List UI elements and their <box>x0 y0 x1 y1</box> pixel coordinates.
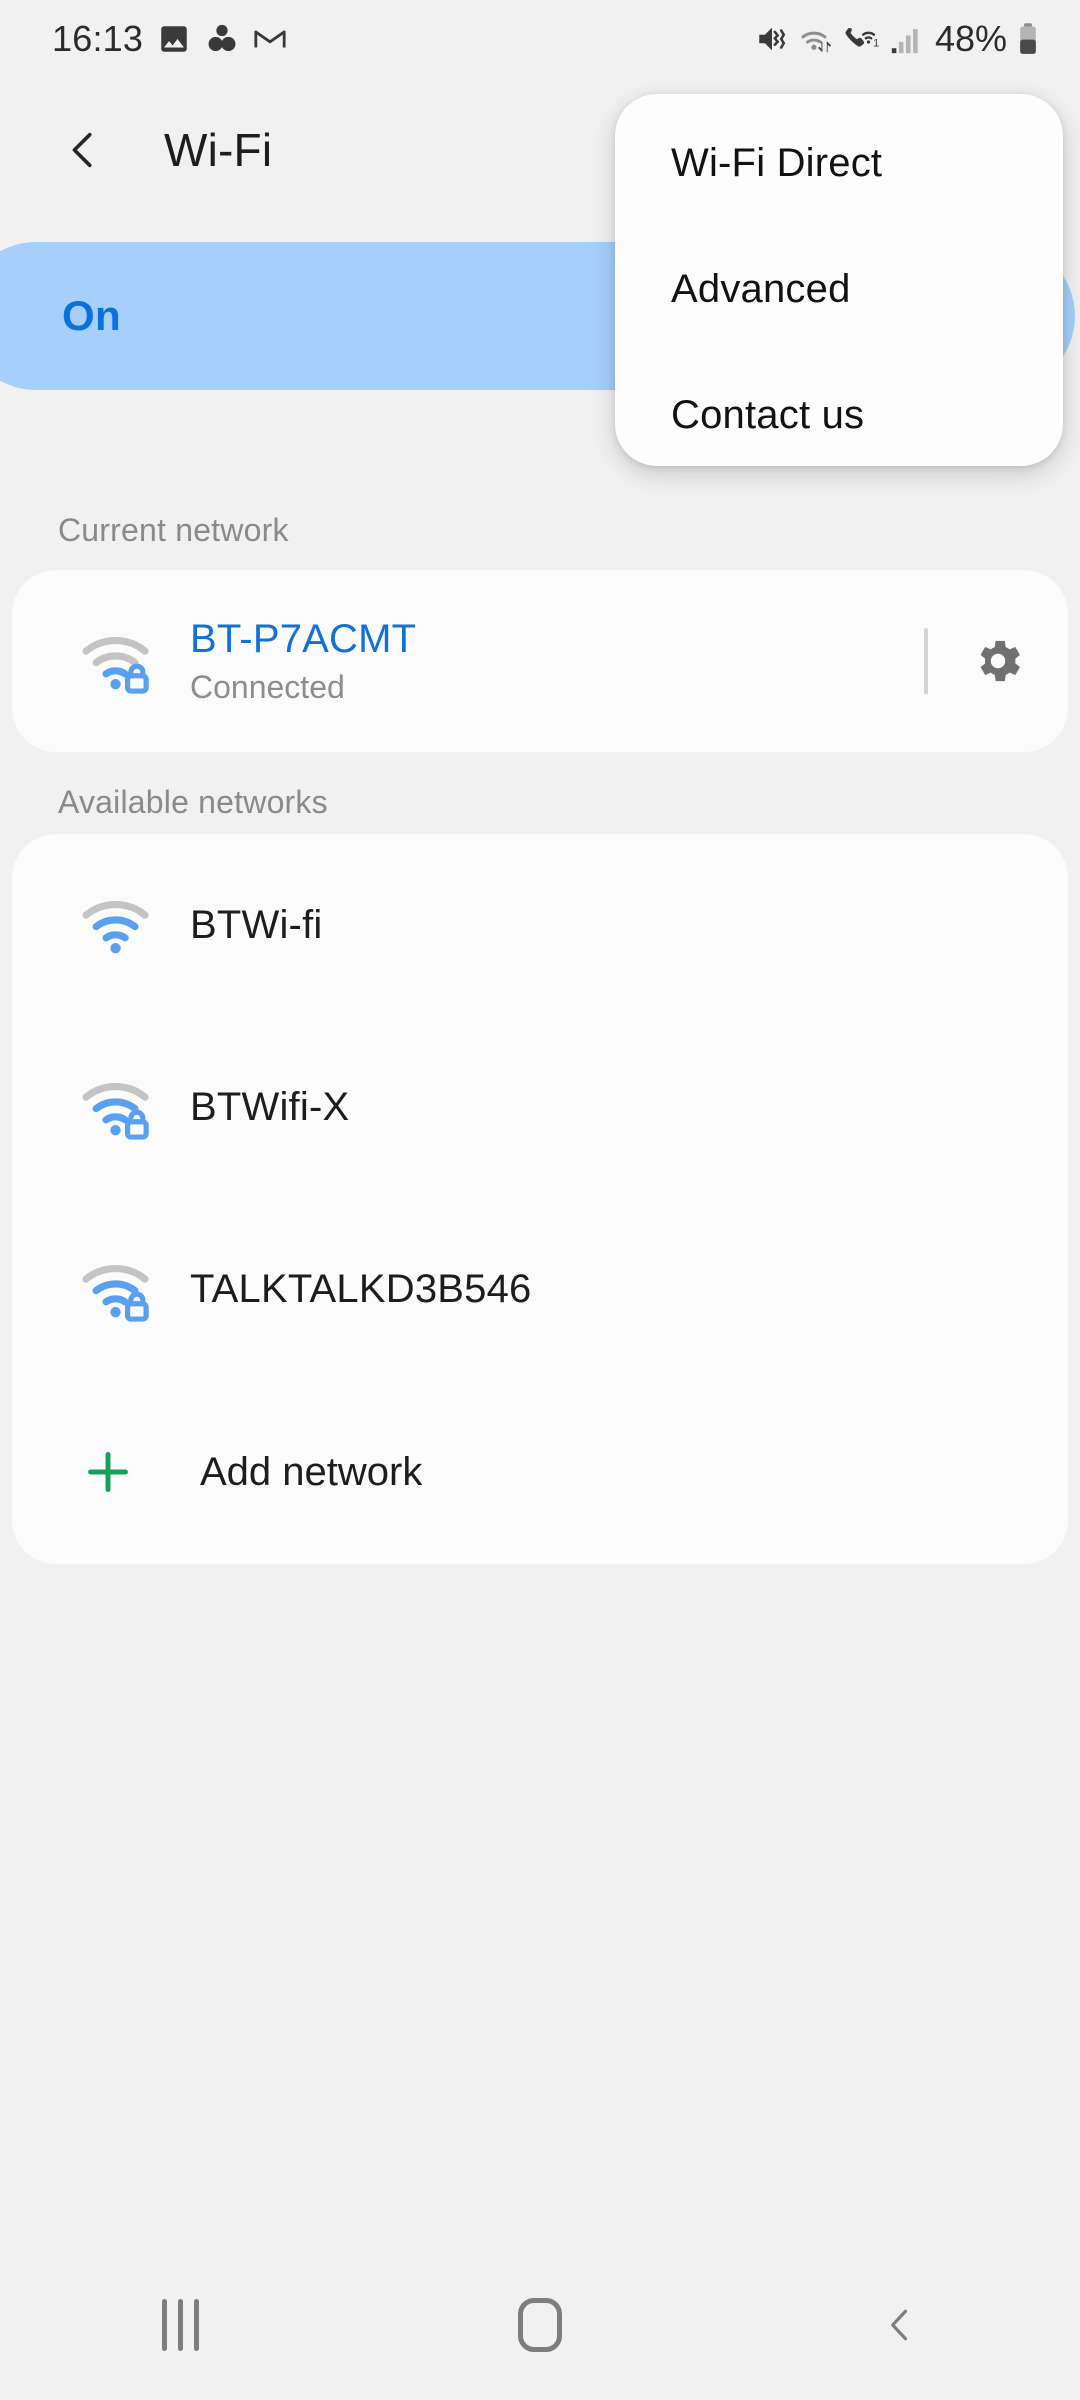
image-icon <box>157 22 191 56</box>
back-chevron-icon <box>891 2309 908 2341</box>
network-row-current[interactable]: BT-P7ACMT Connected <box>12 570 1068 752</box>
back-button[interactable] <box>52 118 116 182</box>
available-networks-card: BTWi-fi BTWifi-X TALKTALKD3B546 Add netw… <box>12 834 1068 1564</box>
current-network-card: BT-P7ACMT Connected <box>12 570 1068 752</box>
network-info-current: BT-P7ACMT Connected <box>190 617 416 705</box>
mute-vibrate-icon <box>755 22 789 56</box>
network-info-btwifi: BTWi-fi <box>190 903 322 948</box>
recents-button[interactable] <box>95 2265 265 2385</box>
plus-icon <box>80 1444 166 1500</box>
available-networks-header: Available networks <box>58 784 328 820</box>
network-name: TALKTALKD3B546 <box>190 1266 532 1311</box>
wifi-data-icon <box>798 22 834 56</box>
overflow-menu: Wi-Fi Direct Advanced Contact us <box>615 94 1063 466</box>
google-photos-icon <box>205 22 239 56</box>
add-network-row[interactable]: Add network <box>12 1380 1068 1564</box>
gmail-icon <box>253 22 287 56</box>
battery-percent-label: 48% <box>934 18 1007 59</box>
network-status: Connected <box>190 668 345 705</box>
network-info-talktalk: TALKTALKD3B546 <box>190 1267 532 1312</box>
status-bar-left: 16:13 <box>52 18 287 60</box>
battery-icon <box>1016 22 1040 56</box>
menu-item-contact-us[interactable]: Contact us <box>615 352 1063 478</box>
home-button[interactable] <box>455 2265 625 2385</box>
menu-item-wifi-direct[interactable]: Wi-Fi Direct <box>615 100 1063 226</box>
wifi-calling-icon: 1 <box>843 22 881 56</box>
status-bar-right: 1 48% <box>755 18 1040 60</box>
network-name: BTWifi-X <box>190 1084 350 1129</box>
network-name: BT-P7ACMT <box>190 617 417 661</box>
cellular-signal-icon <box>890 22 922 56</box>
status-bar-clock: 16:13 <box>52 18 144 59</box>
wifi-locked-icon <box>80 624 166 698</box>
network-row-btwifix[interactable]: BTWifi-X <box>12 1016 1068 1198</box>
page-title: Wi-Fi <box>164 124 273 176</box>
current-network-header: Current network <box>58 512 289 548</box>
network-row-actions <box>924 570 1068 752</box>
network-name: BTWi-fi <box>190 902 323 947</box>
status-bar: 16:13 1 48% <box>0 0 1080 78</box>
nav-back-button[interactable] <box>815 2265 985 2385</box>
wifi-locked-icon <box>80 1070 166 1144</box>
recents-icon <box>161 2299 199 2351</box>
network-row-talktalk[interactable]: TALKTALKD3B546 <box>12 1198 1068 1380</box>
home-icon <box>518 2298 562 2352</box>
menu-item-advanced[interactable]: Advanced <box>615 226 1063 352</box>
wifi-toggle-label: On <box>62 292 121 339</box>
add-network-label: Add network <box>200 1449 423 1494</box>
network-info-btwifix: BTWifi-X <box>190 1085 349 1130</box>
navigation-bar <box>0 2250 1080 2400</box>
phone-screen: 16:13 1 48% Wi-Fi On Current network BT-… <box>0 0 1080 2400</box>
wifi-locked-icon <box>80 1252 166 1326</box>
network-row-btwifi[interactable]: BTWi-fi <box>12 834 1068 1016</box>
back-chevron-icon <box>72 132 92 168</box>
svg-text:1: 1 <box>873 38 879 50</box>
gear-icon <box>980 640 1020 682</box>
wifi-open-icon <box>80 888 166 962</box>
network-settings-button[interactable] <box>928 591 1068 731</box>
